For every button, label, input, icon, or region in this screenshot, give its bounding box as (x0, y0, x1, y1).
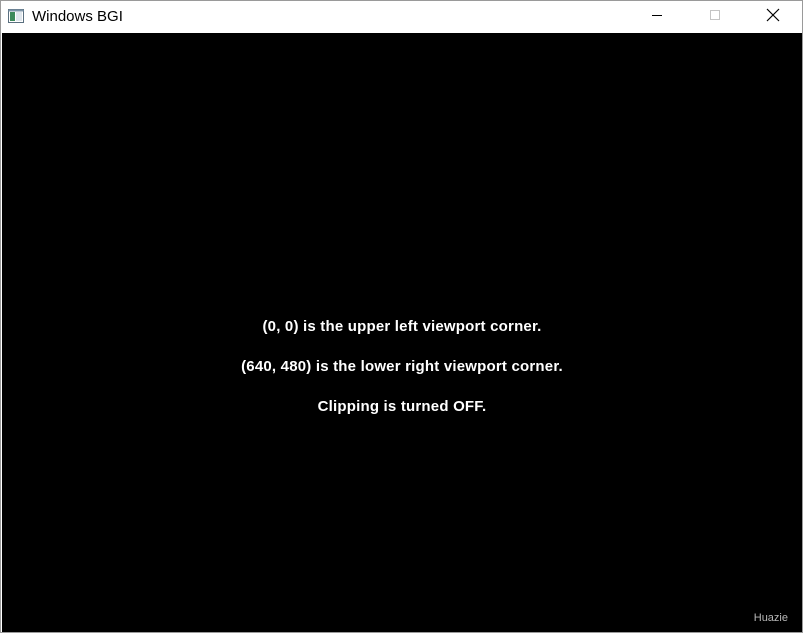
watermark-text: Huazie (753, 612, 788, 624)
app-window: Windows BGI (0, 0) is the upper left vie… (0, 0, 803, 633)
maximize-button[interactable] (686, 1, 744, 33)
clipping-status-text: Clipping is turned OFF. (317, 398, 487, 415)
close-button[interactable] (744, 1, 802, 33)
window-title: Windows BGI (32, 8, 123, 25)
maximize-icon (709, 8, 721, 26)
close-icon (766, 8, 780, 27)
viewport-upper-left-text: (0, 0) is the upper left viewport corner… (262, 318, 542, 335)
graphics-canvas[interactable]: (0, 0) is the upper left viewport corner… (2, 33, 802, 632)
viewport-lower-right-text: (640, 480) is the lower right viewport c… (241, 358, 563, 375)
window-app-icon[interactable] (8, 9, 24, 23)
minimize-icon (651, 8, 663, 26)
minimize-button[interactable] (628, 1, 686, 33)
title-bar[interactable]: Windows BGI (1, 1, 802, 33)
